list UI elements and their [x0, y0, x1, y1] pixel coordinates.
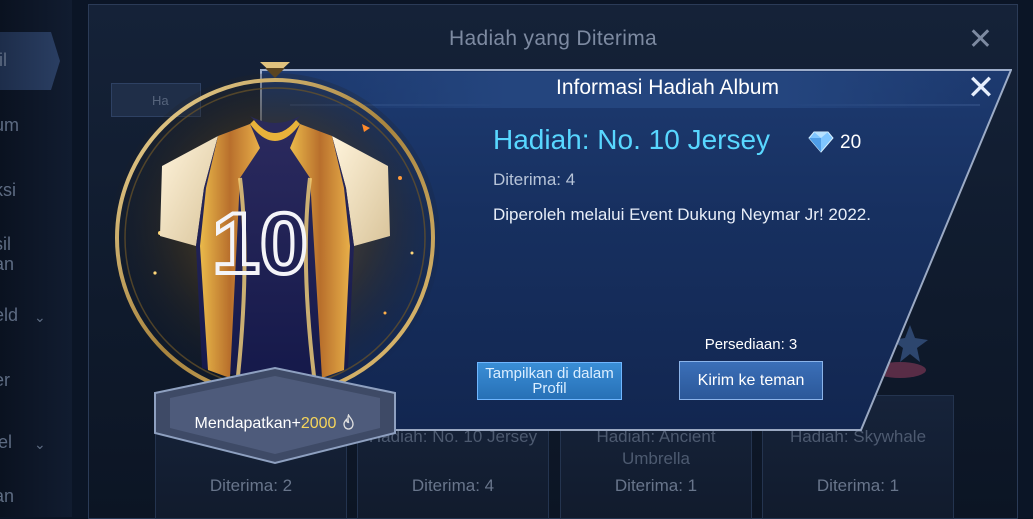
gift-card-received: Diterima: 1	[614, 476, 698, 495]
show-in-profile-button[interactable]: Tampilkan di dalam Profil	[477, 362, 622, 400]
diamond-icon	[808, 131, 834, 153]
sidebar-item[interactable]: iel	[0, 432, 34, 453]
reward-label: Mendapatkan+2000	[160, 414, 390, 433]
chevron-down-icon: ⌄	[34, 309, 46, 325]
sidebar-item[interactable]: eld	[0, 305, 34, 326]
sidebar-item[interactable]: fil	[0, 50, 34, 71]
prize-description: Diperoleh melalui Event Dukung Neymar Jr…	[493, 205, 871, 224]
jersey-number: 10	[212, 196, 308, 292]
modal-title: Informasi Hadiah Album	[556, 76, 779, 99]
stock-count: Persediaan: 3	[704, 336, 798, 353]
prize-name: Hadiah: No. 10 Jersey	[493, 124, 771, 155]
flame-icon	[343, 414, 355, 430]
chevron-down-icon: ⌄	[34, 436, 46, 452]
gift-card-received: Diterima: 2	[209, 476, 293, 495]
reward-amount: 2000	[300, 415, 337, 432]
gift-card-received: Diterima: 1	[816, 476, 900, 495]
send-to-friend-button[interactable]: Kirim ke teman	[679, 361, 823, 400]
sidebar-item[interactable]: um	[0, 115, 34, 136]
reward-prefix: Mendapatkan+	[194, 415, 301, 432]
close-icon[interactable]: ✕	[962, 71, 1000, 107]
sidebar-item[interactable]: ksi	[0, 180, 34, 201]
sidebar-item[interactable]: er	[0, 370, 34, 391]
gift-card-name: Hadiah: Ancient Umbrella	[596, 427, 716, 468]
sidebar-item[interactable]: sil	[0, 234, 34, 255]
sidebar-item[interactable]: an	[0, 254, 34, 275]
gift-card-received: Diterima: 4	[411, 476, 495, 495]
window-close-icon[interactable]: ✕	[968, 25, 993, 55]
window-title: Hadiah yang Diterima	[449, 27, 657, 50]
received-count: Diterima: 4	[493, 170, 576, 189]
sidebar-item[interactable]: an	[0, 486, 34, 507]
jersey-medallion: 10	[110, 62, 440, 465]
diamond-count: 20	[840, 132, 862, 153]
